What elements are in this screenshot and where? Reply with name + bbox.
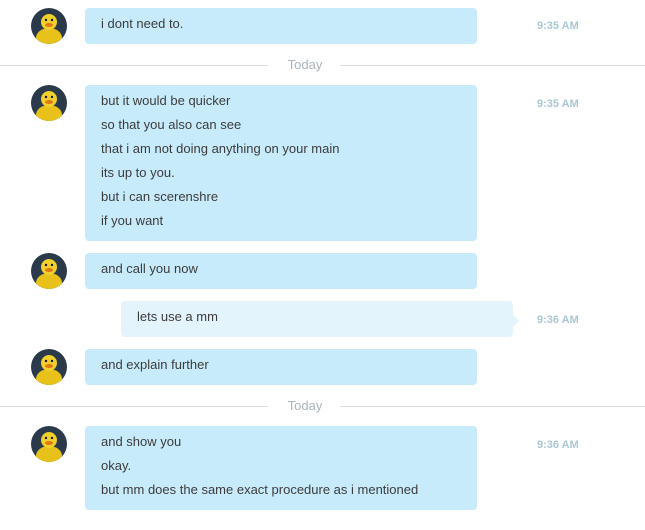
duck-avatar-icon	[31, 426, 67, 462]
message-text: but i can scerenshre	[101, 189, 219, 204]
message-text: if you want	[101, 213, 164, 228]
divider-line	[340, 406, 645, 407]
message-bubble[interactable]: i dont need to.	[85, 8, 477, 44]
duck-avatar-icon	[31, 253, 67, 289]
divider-line	[340, 65, 645, 66]
chat-history: i dont need to. 9:35 AM Today but it wou…	[0, 0, 645, 530]
message-text: but it would be quicker	[101, 93, 231, 108]
avatar[interactable]	[31, 8, 67, 44]
message-text: that i am not doing anything on your mai…	[101, 141, 340, 156]
duck-avatar-icon	[31, 349, 67, 385]
message-timestamp: 9:35 AM	[537, 20, 579, 32]
message-bubble[interactable]: and explain further	[85, 349, 477, 385]
outgoing-message-bubble[interactable]: lets use a mm	[121, 301, 519, 337]
message-timestamp: 9:36 AM	[537, 314, 579, 326]
message-text: okay.	[101, 458, 132, 473]
message-text: and show you	[101, 434, 182, 449]
avatar[interactable]	[31, 349, 67, 385]
message-timestamp: 9:36 AM	[537, 439, 579, 451]
message-text: and call you now	[101, 261, 198, 276]
divider-line	[0, 406, 268, 407]
date-divider-label: Today	[287, 57, 323, 72]
message-bubble[interactable]: and call you now	[85, 253, 477, 289]
message-text: lets use a mm	[137, 309, 218, 324]
date-divider-label: Today	[287, 398, 323, 413]
avatar[interactable]	[31, 85, 67, 121]
message-text: but mm does the same exact procedure as …	[101, 482, 419, 497]
avatar[interactable]	[31, 253, 67, 289]
message-text: and explain further	[101, 357, 209, 372]
divider-line	[0, 65, 268, 66]
duck-avatar-icon	[31, 85, 67, 121]
message-bubble[interactable]: and show you okay. but mm does the same …	[85, 426, 477, 510]
message-bubble[interactable]: but it would be quicker so that you also…	[85, 85, 477, 241]
duck-avatar-icon	[31, 8, 67, 44]
date-divider: Today	[0, 399, 645, 413]
message-text: so that you also can see	[101, 117, 242, 132]
avatar[interactable]	[31, 426, 67, 462]
message-text: i dont need to.	[101, 16, 184, 31]
date-divider: Today	[0, 58, 645, 72]
message-text: its up to you.	[101, 165, 175, 180]
message-timestamp: 9:35 AM	[537, 98, 579, 110]
